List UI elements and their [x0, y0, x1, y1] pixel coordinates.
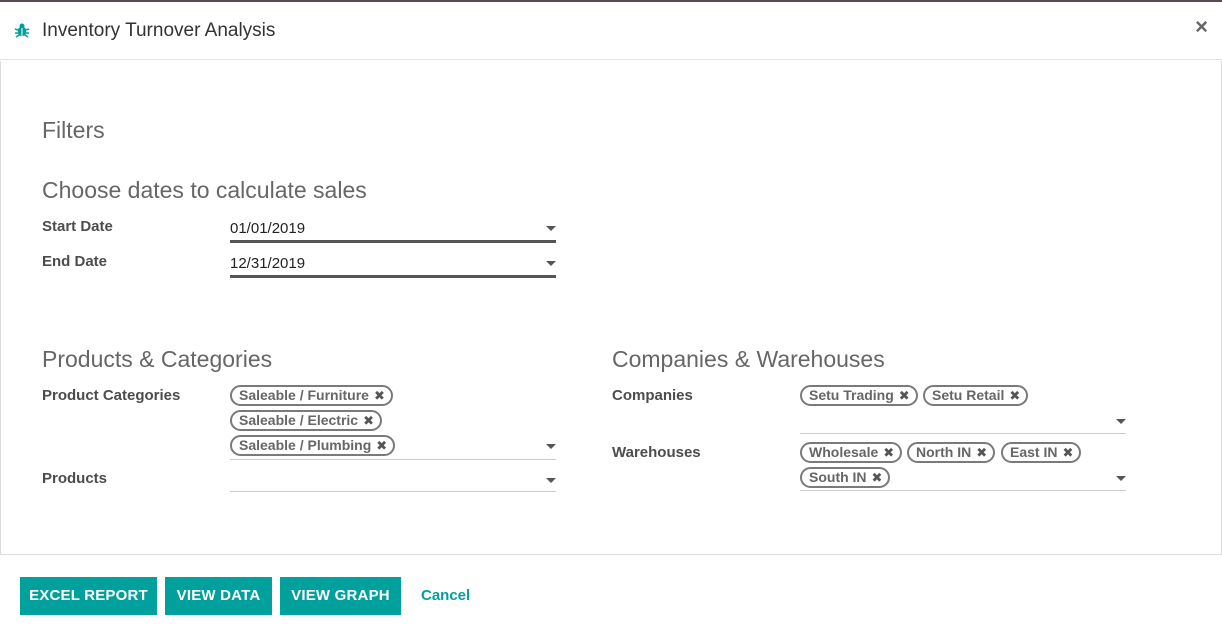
remove-tag-icon[interactable]: ✖: [872, 469, 883, 486]
bug-icon: [14, 23, 30, 38]
filters-heading: Filters: [42, 117, 105, 143]
remove-tag-icon[interactable]: ✖: [1062, 444, 1073, 461]
dates-heading: Choose dates to calculate sales: [42, 177, 367, 203]
excel-report-button[interactable]: EXCEL REPORT: [20, 577, 157, 615]
caret-down-icon[interactable]: [1116, 476, 1126, 481]
company-tag: Setu Retail ✖: [923, 385, 1029, 406]
company-tag: Setu Trading ✖: [800, 385, 918, 406]
warehouses-label: Warehouses: [612, 444, 701, 461]
dialog-title: Inventory Turnover Analysis: [42, 20, 276, 41]
remove-tag-icon[interactable]: ✖: [376, 437, 387, 454]
companies-label: Companies: [612, 387, 693, 404]
cancel-button[interactable]: Cancel: [421, 577, 470, 615]
category-tag: Saleable / Electric ✖: [230, 410, 382, 431]
remove-tag-icon[interactable]: ✖: [363, 412, 374, 429]
end-date-value: 12/31/2019: [230, 255, 306, 272]
product-categories-label: Product Categories: [42, 387, 181, 404]
remove-tag-icon[interactable]: ✖: [374, 387, 385, 404]
warehouses-field[interactable]: Wholesale ✖ North IN ✖ East IN ✖ South IN ✖: [800, 441, 1126, 491]
start-date-value: 01/01/2019: [230, 220, 306, 237]
caret-down-icon[interactable]: [546, 261, 556, 266]
products-heading: Products & Categories: [42, 346, 273, 372]
products-field[interactable]: [230, 468, 556, 492]
remove-tag-icon[interactable]: ✖: [883, 444, 894, 461]
caret-down-icon[interactable]: [546, 226, 556, 231]
dialog-body: Filters Choose dates to calculate sales …: [0, 61, 1222, 555]
category-tag: Saleable / Plumbing ✖: [230, 435, 396, 456]
remove-tag-icon[interactable]: ✖: [1009, 387, 1020, 404]
close-icon[interactable]: ×: [1195, 16, 1208, 38]
warehouse-tag: North IN ✖: [907, 442, 996, 463]
companies-heading: Companies & Warehouses: [612, 346, 885, 372]
view-graph-button[interactable]: VIEW GRAPH: [280, 577, 401, 615]
warehouse-tag: East IN ✖: [1001, 442, 1082, 463]
dialog-footer: EXCEL REPORT VIEW DATA VIEW GRAPH Cancel: [0, 556, 1222, 642]
view-data-button[interactable]: VIEW DATA: [165, 577, 272, 615]
product-categories-field[interactable]: Saleable / Furniture ✖ Saleable / Electri…: [230, 384, 556, 460]
start-date-label: Start Date: [42, 218, 113, 235]
category-tag: Saleable / Furniture ✖: [230, 385, 393, 406]
end-date-label: End Date: [42, 253, 108, 270]
warehouse-tag: Wholesale ✖: [800, 442, 903, 463]
dialog-header: Inventory Turnover Analysis ×: [0, 2, 1222, 60]
caret-down-icon[interactable]: [1116, 419, 1126, 424]
remove-tag-icon[interactable]: ✖: [899, 387, 910, 404]
products-label: Products: [42, 470, 108, 487]
remove-tag-icon[interactable]: ✖: [976, 444, 987, 461]
caret-down-icon[interactable]: [546, 478, 556, 483]
warehouse-tag: South IN ✖: [800, 467, 891, 488]
start-date-field[interactable]: 01/01/2019: [230, 212, 556, 243]
caret-down-icon[interactable]: [546, 444, 556, 449]
end-date-field[interactable]: 12/31/2019: [230, 247, 556, 278]
companies-field[interactable]: Setu Trading ✖ Setu Retail ✖: [800, 384, 1126, 434]
